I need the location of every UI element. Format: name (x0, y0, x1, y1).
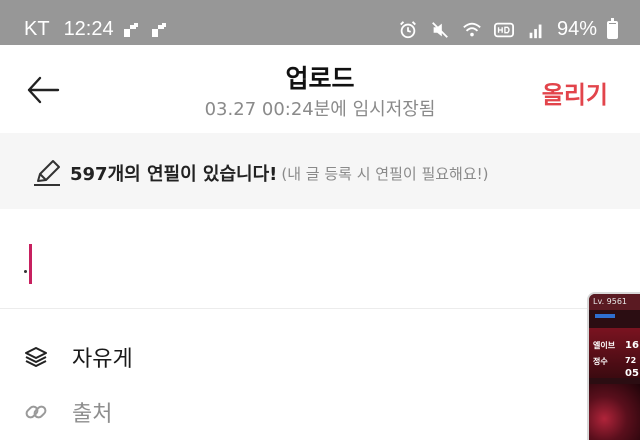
battery-icon (607, 17, 618, 39)
clock-time: 12:24 (63, 18, 114, 40)
floating-game-overlay[interactable]: Lv. 9561 엘이브 16 정수 72 05 (587, 292, 640, 440)
upload-button[interactable]: 올리기 (542, 75, 608, 110)
banner-content: 597개의 연필이 있습니다! (내 글 등록 시 연필이 필요해요!) (32, 159, 489, 187)
editor-divider (0, 308, 640, 309)
overlay-level: Lv. 9561 (589, 294, 640, 310)
pencil-icon (34, 160, 60, 186)
app-header: 업로드 03.27 00:24분에 임시저장됨 올리기 (0, 45, 640, 133)
pencil-banner: 597개의 연필이 있습니다! (내 글 등록 시 연필이 필요해요!) (0, 133, 640, 209)
status-left: KT 12:24 (24, 18, 170, 41)
pencil-note-text: (내 글 등록 시 연필이 필요해요!) (281, 164, 489, 183)
overlay-stats-panel: 엘이브 16 정수 72 05 (589, 328, 640, 379)
mute-icon (432, 21, 448, 38)
overlay-stat-value-3: 05 (625, 368, 639, 379)
text-caret (29, 244, 32, 284)
link-icon (25, 405, 47, 419)
board-selector[interactable]: 자유게 (0, 330, 580, 384)
overlay-progress-bar (595, 314, 615, 318)
status-bar: KT 12:24 94% (0, 0, 640, 45)
pencil-count-text: 597개의 연필이 있습니다! (70, 164, 278, 185)
board-label: 자유게 (72, 347, 133, 372)
notification-icon (123, 22, 142, 37)
alarm-icon (400, 20, 416, 38)
wifi-icon (463, 22, 481, 36)
overlay-stat-value-1: 16 (625, 340, 639, 351)
source-label: 출처 (72, 402, 113, 427)
source-link-option[interactable]: 출처 (0, 385, 580, 439)
carrier-label: KT (24, 18, 50, 40)
overlay-stat-label-2: 정수 (593, 357, 608, 366)
content-editor[interactable] (0, 209, 640, 308)
layers-icon (25, 347, 47, 367)
overlay-stat-value-2: 72 (625, 356, 637, 365)
status-right: 94% (397, 17, 618, 41)
overlay-game-scene (589, 384, 640, 440)
hd-icon (493, 22, 514, 37)
notification-icon-2 (151, 22, 170, 37)
overlay-stat-label-1: 엘이브 (593, 341, 616, 350)
editor-bullet (24, 270, 27, 273)
battery-percent: 94% (556, 18, 597, 40)
signal-icon (529, 24, 542, 38)
